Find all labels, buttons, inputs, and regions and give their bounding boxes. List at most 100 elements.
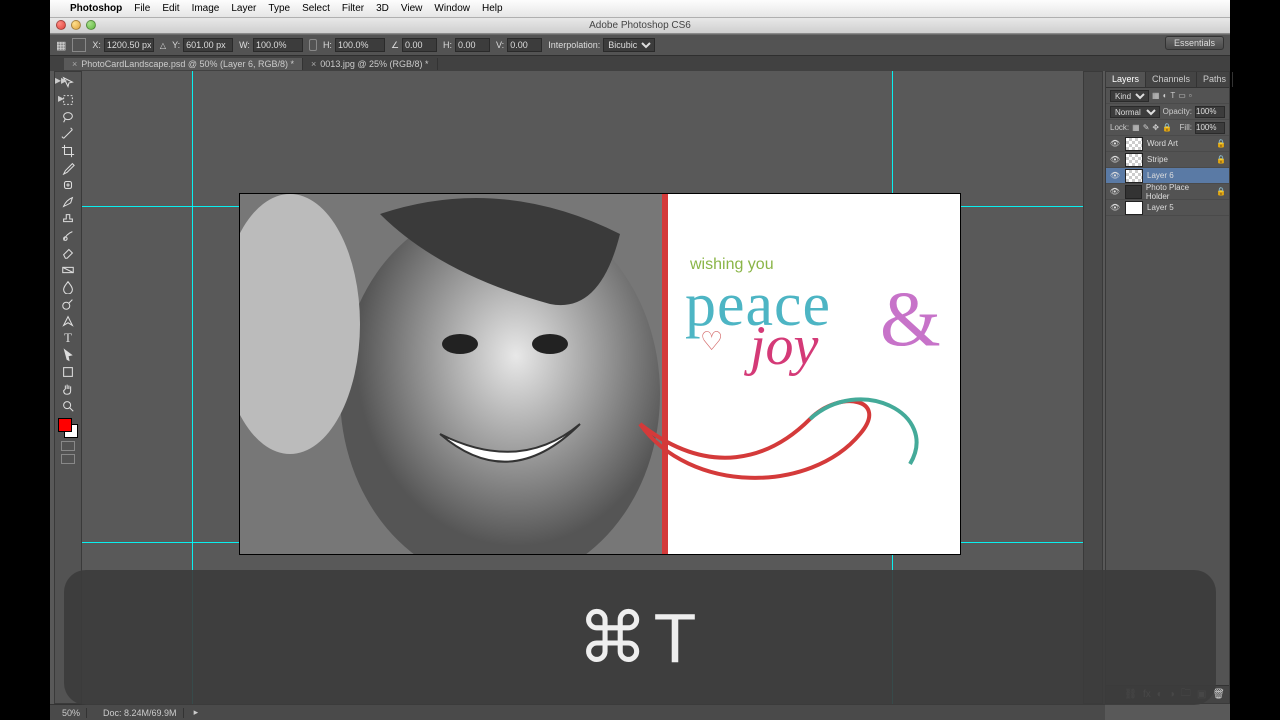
layer-item[interactable]: 👁 Layer 5 <box>1106 200 1229 216</box>
layer-filter-row: Kind ▦ ◐ T ▭ ▫ <box>1106 88 1229 104</box>
panel-tab-paths[interactable]: Paths <box>1197 72 1233 87</box>
menu-image[interactable]: Image <box>192 3 220 14</box>
menu-layer[interactable]: Layer <box>231 3 256 14</box>
layer-item[interactable]: 👁 Word Art 🔒 <box>1106 136 1229 152</box>
swoosh-art <box>630 384 950 494</box>
workspace-switcher[interactable]: Essentials <box>1165 36 1224 50</box>
shape-tool-icon[interactable] <box>57 363 79 380</box>
skew-v-label: V: <box>496 40 504 50</box>
opacity-label: Opacity: <box>1163 107 1192 116</box>
link-wh-icon[interactable] <box>309 39 317 51</box>
skew-v-input[interactable] <box>507 38 542 52</box>
layer-item[interactable]: 👁 Stripe 🔒 <box>1106 152 1229 168</box>
expand-panels-icon[interactable]: ▸▸ <box>54 73 68 87</box>
menu-select[interactable]: Select <box>302 3 330 14</box>
filter-smart-icon[interactable]: ▫ <box>1189 91 1192 100</box>
joy-text: joy <box>750 314 818 378</box>
zoom-level[interactable]: 50% <box>56 708 87 718</box>
close-tab-icon[interactable]: × <box>311 59 316 69</box>
transform-tool-icon[interactable]: ▦ <box>56 39 66 52</box>
healing-tool-icon[interactable] <box>57 176 79 193</box>
angle-input[interactable] <box>402 38 437 52</box>
layer-thumb <box>1125 137 1143 151</box>
blur-tool-icon[interactable] <box>57 278 79 295</box>
opacity-input[interactable] <box>1195 106 1225 118</box>
menu-app-name[interactable]: Photoshop <box>70 3 122 14</box>
type-tool-icon[interactable]: T <box>57 329 79 346</box>
filter-type-icon[interactable]: T <box>1170 91 1175 100</box>
eraser-tool-icon[interactable] <box>57 244 79 261</box>
x-input[interactable] <box>104 38 154 52</box>
layer-thumb <box>1125 169 1143 183</box>
minimize-window-icon[interactable] <box>71 20 81 30</box>
layer-thumb <box>1125 185 1142 199</box>
options-bar: ▦ X: △ Y: W: H: ∠ H: V: Interpolation:Bi… <box>50 34 1230 56</box>
quickmask-icon[interactable] <box>61 441 75 451</box>
filter-pixel-icon[interactable]: ▦ <box>1152 91 1160 100</box>
y-input[interactable] <box>183 38 233 52</box>
doc-size[interactable]: Doc: 8.24M/69.9M <box>97 708 184 718</box>
menu-filter[interactable]: Filter <box>342 3 364 14</box>
doc-tab-1[interactable]: ×PhotoCardLandscape.psd @ 50% (Layer 6, … <box>64 58 303 70</box>
lock-paint-icon[interactable]: ✎ <box>1143 123 1150 132</box>
eyedropper-tool-icon[interactable] <box>57 159 79 176</box>
x-label: X: <box>92 40 101 50</box>
panel-tab-channels[interactable]: Channels <box>1146 72 1197 87</box>
panel-tabs: Layers Channels Paths <box>1106 72 1229 88</box>
lock-pos-icon[interactable]: ✥ <box>1152 123 1159 132</box>
status-arrow-icon[interactable]: ▸ <box>194 707 199 718</box>
menu-view[interactable]: View <box>401 3 423 14</box>
reference-point-icon[interactable] <box>72 38 86 52</box>
crop-tool-icon[interactable] <box>57 142 79 159</box>
menu-type[interactable]: Type <box>268 3 290 14</box>
history-brush-icon[interactable] <box>57 227 79 244</box>
triangle-icon[interactable]: △ <box>160 41 166 50</box>
menu-file[interactable]: File <box>134 3 150 14</box>
gradient-tool-icon[interactable] <box>57 261 79 278</box>
filter-adjust-icon[interactable]: ◐ <box>1163 91 1168 100</box>
menu-3d[interactable]: 3D <box>376 3 389 14</box>
blend-mode-select[interactable]: Normal <box>1110 106 1160 118</box>
zoom-tool-icon[interactable] <box>57 397 79 414</box>
menu-edit[interactable]: Edit <box>162 3 179 14</box>
lasso-tool-icon[interactable] <box>57 108 79 125</box>
skew-h-input[interactable] <box>455 38 490 52</box>
interpolation-select[interactable]: Bicubic <box>603 38 655 52</box>
visibility-icon[interactable]: 👁 <box>1109 170 1121 182</box>
menu-help[interactable]: Help <box>482 3 503 14</box>
stamp-tool-icon[interactable] <box>57 210 79 227</box>
skew-h-label: H: <box>443 40 452 50</box>
visibility-icon[interactable]: 👁 <box>1109 202 1121 214</box>
screenmode-icon[interactable] <box>61 454 75 464</box>
collapse-panels-icon[interactable]: ▸ <box>54 91 68 105</box>
filter-kind-select[interactable]: Kind <box>1110 90 1149 102</box>
ampersand-text: & <box>880 274 941 364</box>
lock-trans-icon[interactable]: ▦ <box>1132 123 1140 132</box>
close-window-icon[interactable] <box>56 20 66 30</box>
zoom-window-icon[interactable] <box>86 20 96 30</box>
visibility-icon[interactable]: 👁 <box>1109 186 1121 198</box>
visibility-icon[interactable]: 👁 <box>1109 154 1121 166</box>
w-input[interactable] <box>253 38 303 52</box>
fill-input[interactable] <box>1195 122 1225 134</box>
filter-shape-icon[interactable]: ▭ <box>1178 91 1186 100</box>
fg-color-icon[interactable] <box>58 418 72 432</box>
hand-tool-icon[interactable] <box>57 380 79 397</box>
dodge-tool-icon[interactable] <box>57 295 79 312</box>
h-label: H: <box>323 40 332 50</box>
layer-item[interactable]: 👁 Photo Place Holder 🔒 <box>1106 184 1229 200</box>
h-input[interactable] <box>335 38 385 52</box>
path-select-icon[interactable] <box>57 346 79 363</box>
brush-tool-icon[interactable] <box>57 193 79 210</box>
pen-tool-icon[interactable] <box>57 312 79 329</box>
menu-window[interactable]: Window <box>434 3 470 14</box>
doc-tab-2[interactable]: ×0013.jpg @ 25% (RGB/8) * <box>303 58 437 70</box>
w-label: W: <box>239 40 250 50</box>
color-swatches[interactable] <box>58 418 78 438</box>
close-tab-icon[interactable]: × <box>72 59 77 69</box>
wand-tool-icon[interactable] <box>57 125 79 142</box>
lock-all-icon[interactable]: 🔒 <box>1162 123 1172 132</box>
document-canvas[interactable]: wishing you peace & joy ♡ <box>240 194 960 554</box>
visibility-icon[interactable]: 👁 <box>1109 138 1121 150</box>
panel-tab-layers[interactable]: Layers <box>1106 72 1146 87</box>
